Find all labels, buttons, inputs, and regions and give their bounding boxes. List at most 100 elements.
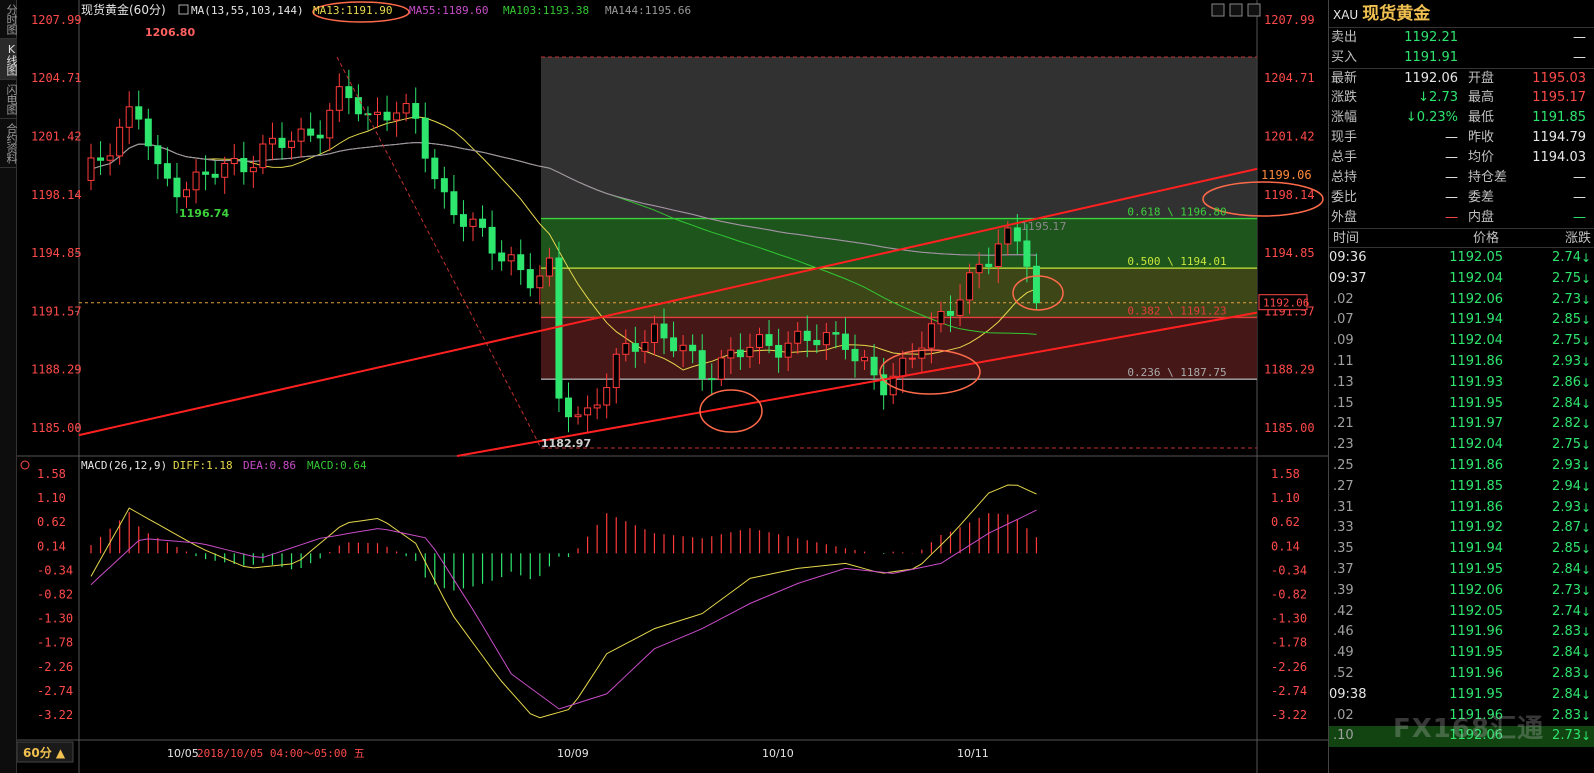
quote-key: 卖出: [1331, 30, 1358, 45]
macd-axis-left-label: 1.58: [37, 467, 66, 481]
macd-axis-right-label: -0.34: [1271, 563, 1307, 577]
candle-body: [908, 357, 916, 360]
candle-body: [192, 171, 200, 191]
candle-body: [727, 349, 735, 359]
quote-key-2: [1464, 48, 1498, 68]
chart-title: 现货黄金(60分): [81, 2, 166, 17]
candle-body: [1004, 227, 1012, 245]
ma55-label: MA55:1189.60: [409, 4, 488, 17]
quote-value-2: —: [1573, 210, 1586, 225]
annotation-mid-low: 1196.74: [179, 207, 229, 220]
candle-body: [593, 404, 601, 409]
tick-time: 09:37: [1329, 270, 1367, 286]
candle-body: [498, 252, 506, 262]
tick-row: .49 1191.95 2.84 ↓: [1329, 643, 1594, 664]
tick-time: .37: [1333, 561, 1354, 577]
tick-header-price: 价格: [1472, 231, 1499, 246]
window-restore-icon: [1229, 3, 1243, 17]
quote-value: 1192.21: [1404, 30, 1458, 45]
candle-body: [183, 189, 190, 198]
fib-zone-top: [541, 57, 1257, 219]
candle-body: [412, 103, 420, 119]
candle-body: [173, 177, 181, 198]
tick-price: 1191.86: [1449, 457, 1503, 473]
tick-price: 1191.94: [1449, 312, 1503, 328]
tick-row: .11 1191.86 2.93 ↓: [1329, 352, 1594, 373]
macd-axis-left-label: 0.14: [37, 539, 66, 553]
arrow-down-icon: ↓: [1581, 500, 1592, 515]
candle-body: [211, 173, 219, 178]
tick-time: .21: [1333, 416, 1354, 432]
candle-body: [670, 337, 678, 352]
period-button-label: 60分 ▲: [23, 745, 66, 760]
candle-body: [756, 334, 763, 348]
price-axis-right-label: 1198.14: [1264, 188, 1315, 202]
tick-change: 2.84: [1552, 645, 1581, 661]
kline-chart[interactable]: 1207.99 1207.99 1204.71 1204.71 1201.42 1201.…: [17, 0, 1328, 773]
macd-axis-right-label: -0.82: [1271, 588, 1307, 602]
macd-axis-left-label: -3.22: [37, 708, 73, 722]
tick-price: 1191.95: [1449, 686, 1503, 702]
ma-params-label: MA(13,55,103,144): [191, 4, 304, 17]
candle-body: [116, 126, 124, 157]
price-axis-right-label: 1188.29: [1264, 363, 1315, 377]
tick-change: 2.74: [1552, 250, 1581, 265]
quote-table: 卖出 1192.21 — 买入 1191.91 — 最新 1192.06 开盘 1195.03 涨跌…: [1329, 28, 1594, 228]
candle-body: [278, 137, 286, 148]
window-min-icon: [1211, 3, 1225, 17]
tab-contract-info[interactable]: 合约资料: [0, 119, 18, 168]
tick-time: .07: [1333, 312, 1354, 328]
tick-price: 1192.04: [1449, 333, 1503, 349]
macd-axis-right-label: 0.14: [1271, 539, 1300, 553]
tick-price: 1192.05: [1449, 603, 1503, 619]
candle-body: [163, 163, 171, 179]
ma144-label: MA144:1195.66: [605, 4, 691, 17]
tick-time: .02: [1333, 291, 1354, 307]
quote-key: 涨幅: [1331, 110, 1358, 125]
price-axis-left-label: 1188.29: [31, 363, 82, 377]
candle-body: [937, 310, 945, 325]
arrow-down-icon: ↓: [1581, 375, 1592, 390]
tick-change: 2.73: [1552, 728, 1581, 744]
tab-flash[interactable]: 闪电图: [0, 80, 18, 119]
candle-body: [956, 299, 964, 316]
macd-axis-left-label: 1.10: [37, 491, 66, 505]
arrow-down-icon: ↓: [1581, 646, 1592, 661]
candle-body: [1032, 265, 1040, 304]
quote-value-2: 1191.85: [1532, 110, 1586, 125]
candle-body: [689, 344, 697, 352]
tick-time: .23: [1333, 437, 1354, 453]
tick-price: 1191.92: [1449, 520, 1503, 536]
instrument-code: XAU: [1333, 8, 1359, 22]
tick-change: 2.94: [1552, 478, 1581, 494]
arrow-down-icon: ↓: [1581, 604, 1592, 619]
candle-body: [631, 343, 639, 352]
candle-body: [383, 111, 391, 121]
candle-body: [765, 334, 773, 346]
candle-body: [861, 356, 869, 362]
quote-row: 总手 — 均价 1194.03: [1329, 148, 1594, 168]
quote-key: 委比: [1331, 190, 1358, 205]
tab-kline[interactable]: K线图: [0, 39, 18, 80]
candle-body: [479, 218, 487, 228]
quote-row: 涨幅 ↓0.23% 最低 1191.85: [1329, 108, 1594, 128]
tick-list[interactable]: 09:36 1192.05 2.74 ↓ 09:37 1192.04 2.75 ↓ .02 119…: [1329, 248, 1594, 748]
candle-body: [517, 254, 525, 271]
candle-body: [565, 397, 572, 418]
tab-timeshare[interactable]: 分时图: [0, 0, 18, 39]
candle-body: [288, 140, 296, 148]
tick-change: 2.93: [1552, 499, 1581, 515]
dea-label: DEA:0.86: [243, 459, 296, 472]
diff-label: DIFF:1.18: [173, 459, 233, 472]
candle-body: [135, 106, 143, 120]
tick-row: .31 1191.86 2.93 ↓: [1329, 498, 1594, 519]
macd-axis-left-label: -2.26: [37, 660, 73, 674]
candle-body: [97, 157, 105, 161]
quote-key-2: 昨收: [1468, 130, 1495, 145]
candle-body: [698, 350, 706, 380]
tick-row: 09:38 1191.95 2.84 ↓: [1329, 685, 1594, 706]
fib-label: 0.618 \ 1196.80: [1127, 206, 1226, 219]
tick-change: 2.75: [1552, 270, 1581, 286]
macd-axis-left-label: -0.34: [37, 563, 73, 577]
tick-change: 2.85: [1552, 541, 1581, 557]
